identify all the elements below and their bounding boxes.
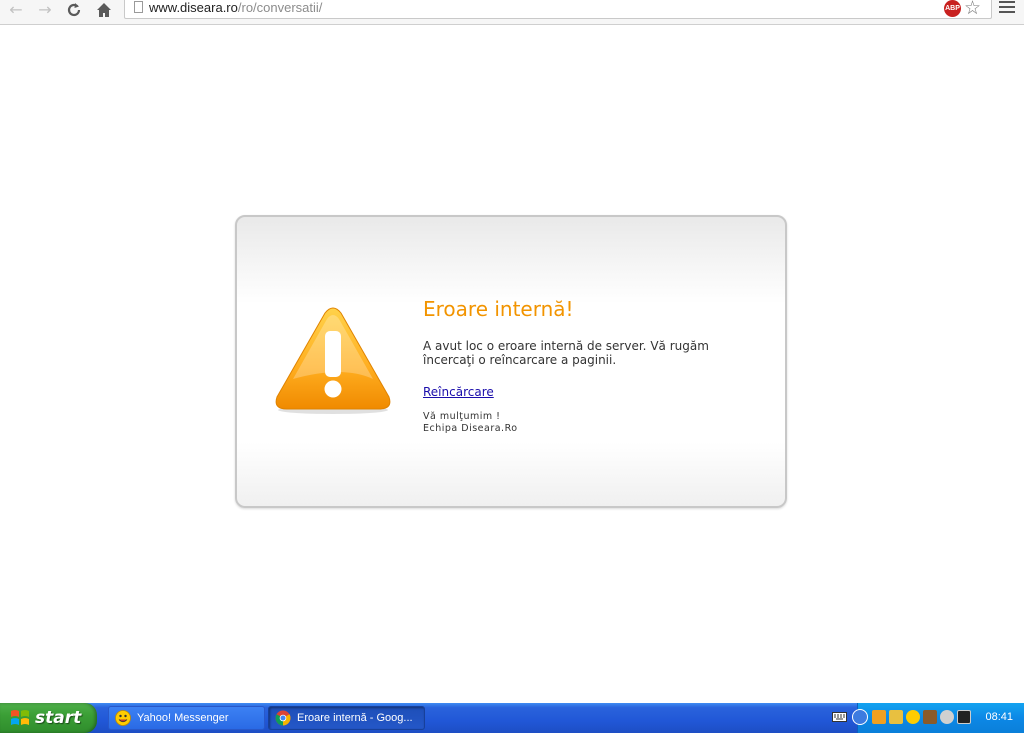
clock: 08:41 xyxy=(985,711,1013,723)
tray-messenger-icon[interactable] xyxy=(889,710,903,724)
tray-app-icon[interactable] xyxy=(872,710,886,724)
task-yahoo-messenger[interactable]: Yahoo! Messenger xyxy=(108,706,265,730)
tray-yahoo-icon[interactable] xyxy=(906,710,920,724)
signature: Vă mulţumim ! Echipa Diseara.Ro xyxy=(423,411,763,435)
task-label: Eroare internă - Goog... xyxy=(297,712,413,724)
show-hidden-icons-icon[interactable] xyxy=(852,709,868,725)
forward-arrow-icon[interactable]: → xyxy=(33,0,57,20)
address-bar[interactable]: www.diseara.ro/ro/conversatii/ xyxy=(124,0,992,19)
menu-icon[interactable] xyxy=(999,1,1015,16)
error-card: Eroare internă! A avut loc o eroare inte… xyxy=(235,215,787,508)
task-chrome[interactable]: Eroare internă - Goog... xyxy=(268,706,425,730)
warning-icon xyxy=(275,307,391,414)
windows-logo-icon xyxy=(11,710,29,725)
browser-toolbar: ← → www.diseara.ro/ro/conversatii/ ABP ☆ xyxy=(0,0,1024,25)
page-icon xyxy=(134,1,143,13)
reload-icon[interactable] xyxy=(62,0,86,20)
url-text[interactable]: www.diseara.ro/ro/conversatii/ xyxy=(149,0,322,15)
tray-volume-icon[interactable] xyxy=(957,710,971,724)
thanks-text: Vă mulţumim ! xyxy=(423,411,501,422)
task-label: Yahoo! Messenger xyxy=(137,712,229,724)
error-content: Eroare internă! A avut loc o eroare inte… xyxy=(423,297,763,435)
team-text: Echipa Diseara.Ro xyxy=(423,423,518,434)
start-button[interactable]: start xyxy=(0,703,97,733)
error-message: A avut loc o eroare internă de server. V… xyxy=(423,339,709,367)
url-path: /ro/conversatii/ xyxy=(237,0,323,15)
reload-link[interactable]: Reîncărcare xyxy=(423,385,494,399)
url-host: www.diseara.ro xyxy=(149,0,238,15)
back-arrow-icon[interactable]: ← xyxy=(4,0,28,20)
chrome-icon xyxy=(275,710,291,726)
bookmark-star-icon[interactable]: ☆ xyxy=(964,0,981,19)
adblock-plus-icon[interactable]: ABP xyxy=(944,0,961,17)
error-title: Eroare internă! xyxy=(423,297,574,321)
tray-network-icon[interactable] xyxy=(923,710,937,724)
home-icon[interactable] xyxy=(92,0,116,20)
tray-security-icon[interactable] xyxy=(940,710,954,724)
keyboard-icon[interactable] xyxy=(832,711,847,723)
start-label: start xyxy=(35,708,82,728)
taskbar: start Yahoo! Messenger Eroare internă - … xyxy=(0,703,1024,733)
system-tray: 08:41 xyxy=(852,703,1024,733)
yahoo-messenger-icon xyxy=(115,710,131,726)
